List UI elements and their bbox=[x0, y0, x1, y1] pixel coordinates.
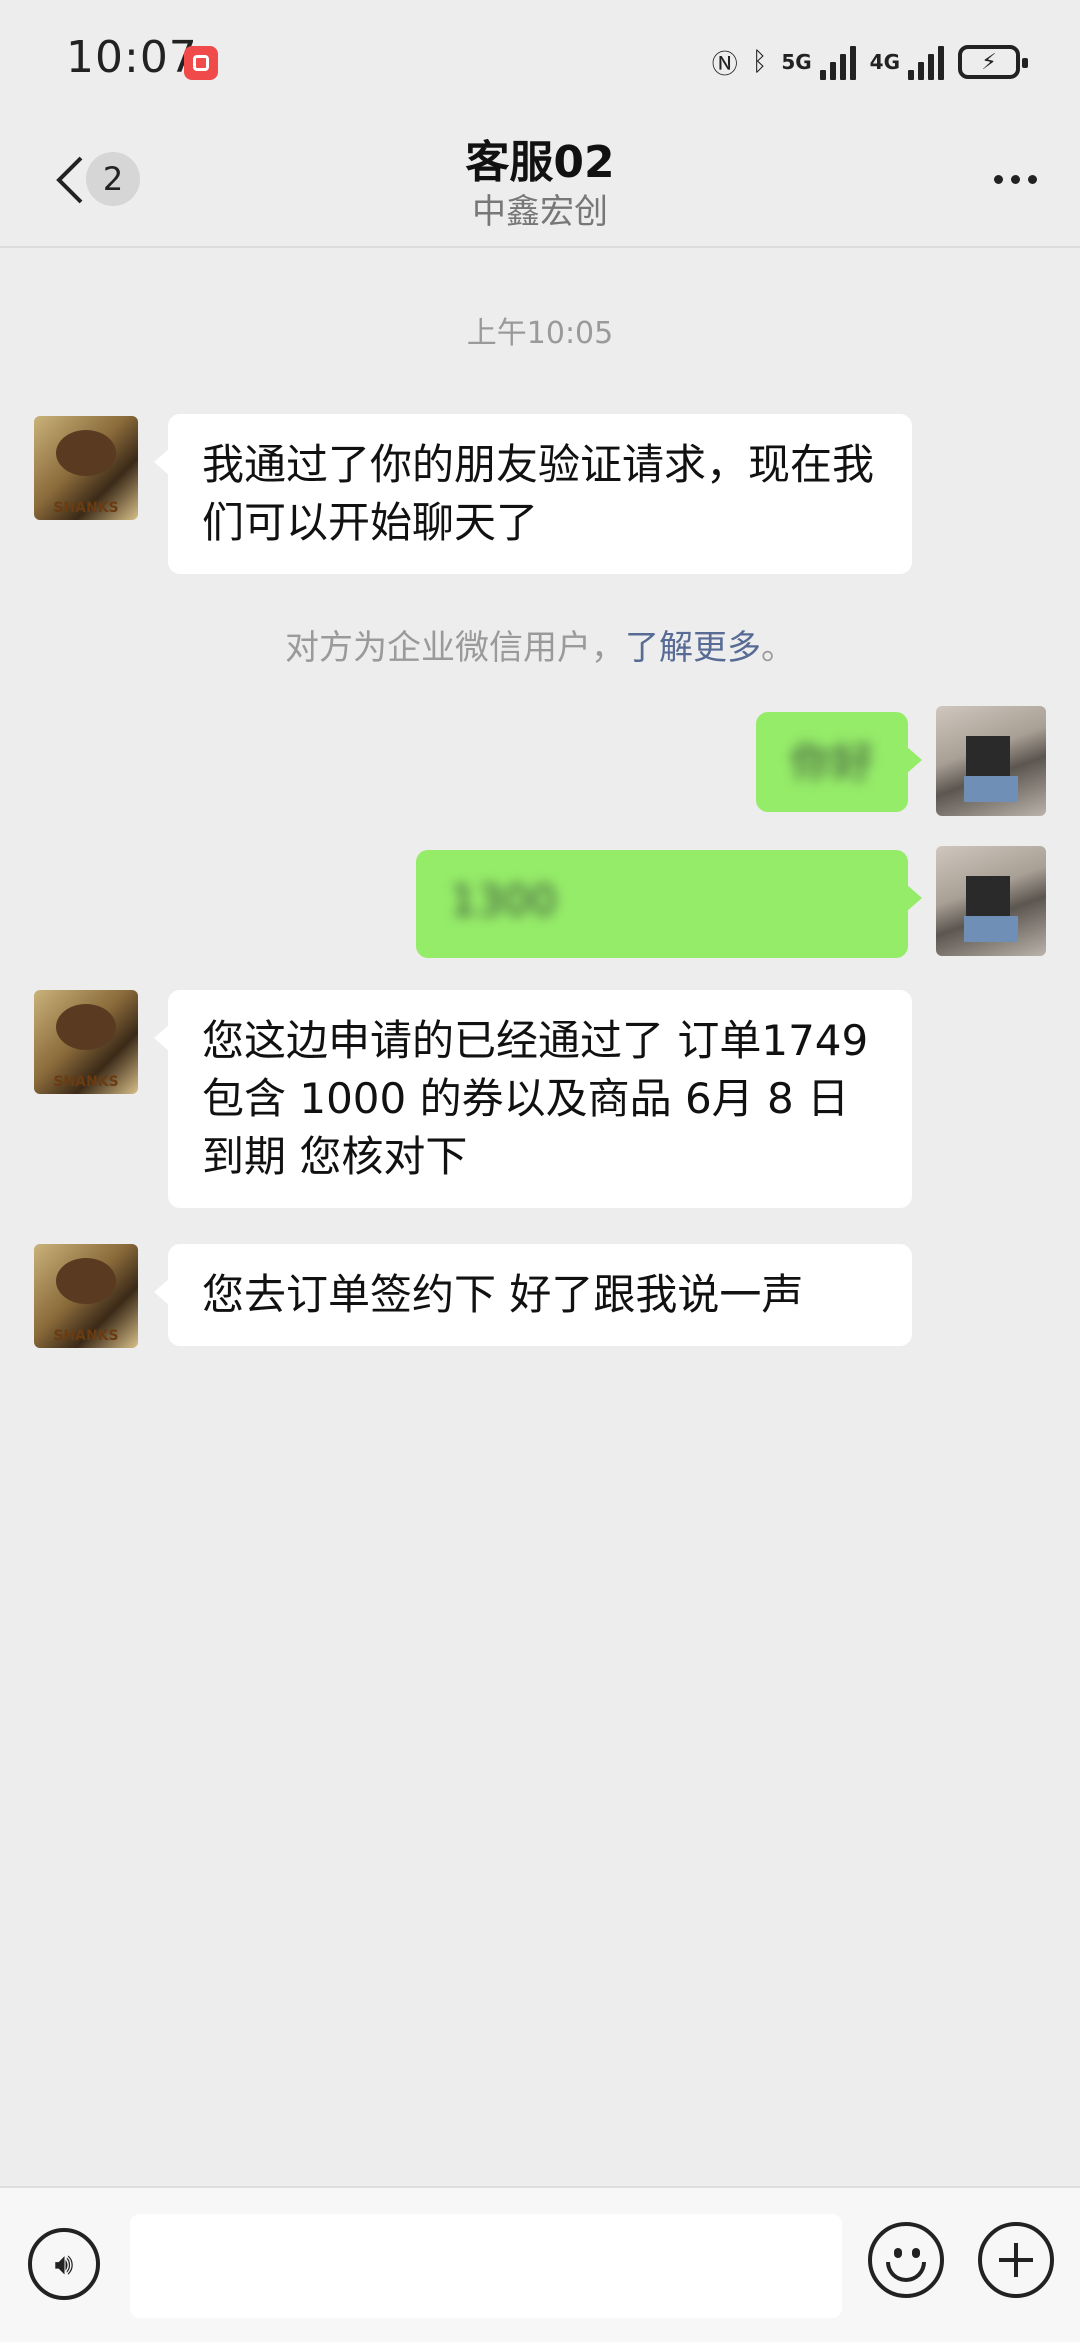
message-bubble-received[interactable]: 您这边申请的已经通过了 订单1749 包含 1000 的券以及商品 6月 8 日… bbox=[154, 990, 912, 1208]
nfc-icon: Ⓝ bbox=[711, 49, 738, 80]
contact-avatar[interactable] bbox=[34, 416, 138, 520]
contact-avatar[interactable] bbox=[34, 1244, 138, 1348]
more-dot-icon bbox=[1027, 174, 1037, 184]
more-dot-icon bbox=[1010, 174, 1020, 184]
voice-button[interactable]: 🔊︎ bbox=[28, 2228, 100, 2300]
message-text-blurred: 你好 bbox=[790, 738, 874, 787]
more-dot-icon bbox=[993, 174, 1003, 184]
more-options-button[interactable] bbox=[980, 154, 1050, 204]
input-bar: 🔊︎ bbox=[0, 2186, 1080, 2342]
message-timestamp: 上午10:05 bbox=[466, 316, 614, 351]
chat-title: 客服02 bbox=[465, 137, 615, 188]
message-bubble-received[interactable]: 我通过了你的朋友验证请求，现在我们可以开始聊天了 bbox=[154, 414, 912, 574]
chat-header: 2 客服02 中鑫宏创 bbox=[0, 120, 1080, 248]
contact-avatar[interactable] bbox=[34, 990, 138, 1094]
emoji-icon bbox=[886, 2262, 926, 2282]
signal-icon bbox=[819, 44, 856, 80]
message-bubble-received[interactable]: 您去订单签约下 好了跟我说一声 bbox=[154, 1244, 912, 1346]
system-notice-suffix: 。 bbox=[761, 628, 795, 668]
status-icons: Ⓝ ᛒ 5G 4G ⚡ bbox=[711, 36, 1028, 88]
system-notice: 对方为企业微信用户，了解更多。 bbox=[0, 620, 1080, 669]
chat-subtitle: 中鑫宏创 bbox=[472, 192, 608, 232]
message-bubble-sent[interactable]: 你好 bbox=[756, 712, 922, 812]
voice-icon: 🔊︎ bbox=[54, 2246, 74, 2282]
network-4g-label: 4G bbox=[869, 50, 900, 74]
bluetooth-icon: ᛒ bbox=[751, 47, 768, 77]
battery-charging-icon: ⚡ bbox=[958, 45, 1028, 79]
message-input[interactable] bbox=[130, 2214, 842, 2318]
status-bar: 10:07 Ⓝ ᛒ 5G 4G ⚡ bbox=[0, 0, 1080, 120]
my-avatar[interactable] bbox=[936, 706, 1046, 816]
emoji-icon bbox=[894, 2248, 902, 2258]
message-bubble-sent[interactable]: 1300 bbox=[416, 850, 922, 958]
message-text-blurred: 1300 bbox=[450, 876, 557, 925]
learn-more-link[interactable]: 了解更多 bbox=[625, 628, 761, 668]
network-5g-label: 5G bbox=[781, 50, 812, 74]
emoji-icon bbox=[912, 2248, 920, 2258]
signal-icon-2 bbox=[908, 44, 944, 80]
my-avatar[interactable] bbox=[936, 846, 1046, 956]
emoji-button[interactable] bbox=[868, 2222, 944, 2298]
system-notice-text: 对方为企业微信用户， bbox=[285, 628, 625, 668]
plus-button[interactable] bbox=[978, 2222, 1054, 2298]
status-time: 10:07 bbox=[66, 32, 198, 83]
screen-record-icon bbox=[184, 46, 218, 80]
